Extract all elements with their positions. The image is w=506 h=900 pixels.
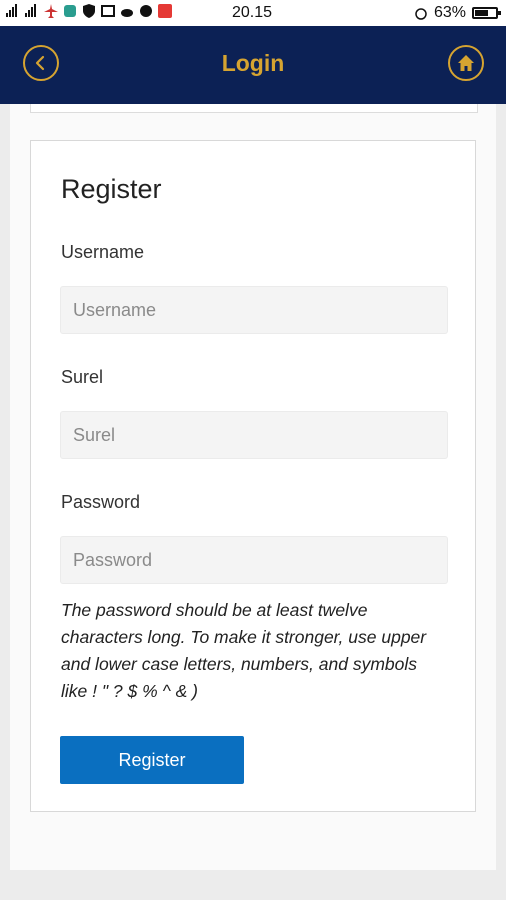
alarm-icon (415, 8, 427, 20)
email-input[interactable] (60, 411, 448, 459)
battery-level (475, 10, 488, 16)
register-title: Register (61, 174, 162, 204)
shield-icon (83, 4, 95, 18)
cloud-icon (121, 9, 133, 17)
login-card (30, 104, 478, 113)
home-button[interactable] (448, 45, 484, 81)
register-card: Register Username Surel Password The pas… (30, 140, 476, 812)
home-icon (458, 55, 474, 71)
app-header: Login (0, 26, 506, 104)
notification-icons (6, 4, 172, 18)
username-label: Username (61, 242, 145, 262)
chat-icon (140, 5, 152, 17)
missed-call-icon (158, 4, 172, 18)
gallery-icon (101, 5, 115, 17)
app-icon (64, 5, 76, 17)
password-label: Password (61, 492, 141, 512)
password-hint: The password should be at least twelve c… (61, 600, 427, 701)
status-time: 20.15 (232, 4, 273, 21)
page-title: Login (221, 50, 285, 76)
battery-icon (472, 7, 501, 19)
status-bar: 20.15 63% (0, 0, 506, 26)
email-label: Surel (61, 367, 104, 387)
airplane-icon (44, 4, 58, 18)
signal-icon (6, 4, 17, 17)
register-button[interactable]: Register (60, 736, 244, 784)
status-right: 63% (414, 4, 501, 22)
password-input[interactable] (60, 536, 448, 584)
battery-percent: 63% (433, 4, 466, 21)
signal-icon (25, 4, 36, 17)
username-input[interactable] (60, 286, 448, 334)
